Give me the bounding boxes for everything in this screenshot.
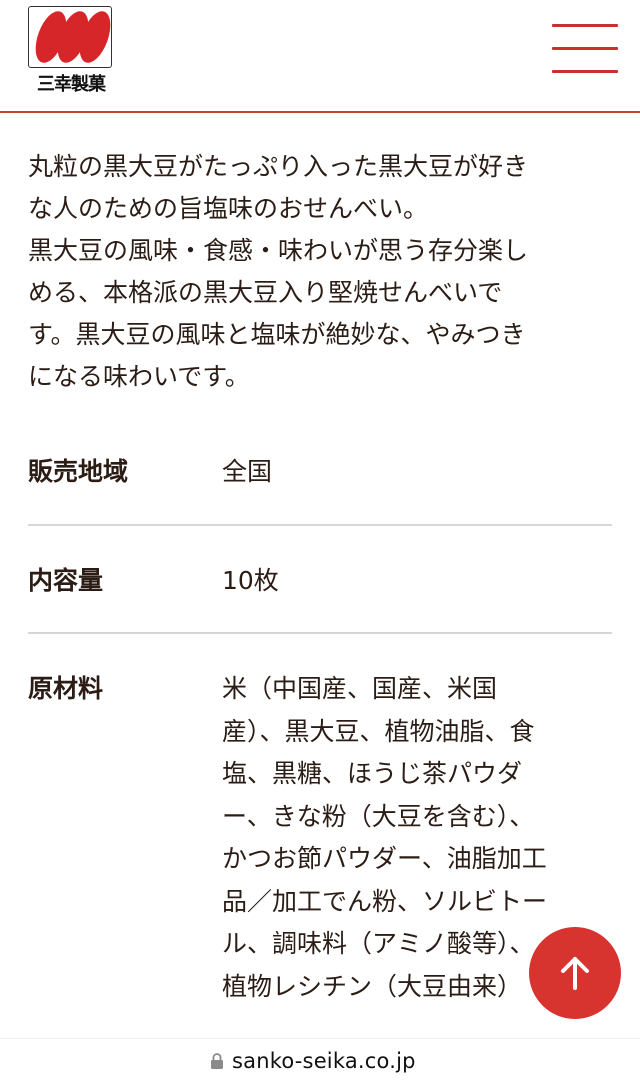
description-line: 丸粒の黒大豆がたっぷり入った黒大豆が好き [28,152,529,181]
ingredients-line: 塩、黒糖、ほうじ茶パウダ [222,759,523,788]
menu-button[interactable] [552,24,618,74]
ingredients-line: ー、きな粉（大豆を含む）、 [222,801,535,831]
spec-row-region: 販売地域 全国 [28,451,612,511]
brand-logo[interactable]: 三幸製菓 [28,6,114,95]
description-line: 黒大豆の風味・食感・味わいが思う存分楽し [28,236,529,265]
spec-divider [28,524,612,526]
ingredients-line: かつお節パウダー、油脂加工 [222,844,547,873]
browser-address-bar[interactable]: sanko-seika.co.jp [0,1038,640,1081]
lock-icon [211,1053,223,1069]
description-line: める、本格派の黒大豆入り堅焼せんべいで [28,278,503,307]
description-line: な人のための旨塩味のおせんべい。 [28,194,429,223]
spec-row-quantity: 内容量 10枚 [28,560,612,620]
site-header: 三幸製菓 [0,0,640,113]
spec-label-region: 販売地域 [28,457,129,486]
url-text: sanko-seika.co.jp [232,1049,416,1073]
spec-value-quantity: 10枚 [222,566,279,595]
spec-value-region: 全国 [222,457,273,486]
arrow-up-icon [561,957,589,990]
product-description: 丸粒の黒大豆がたっぷり入った黒大豆が好き な人のための旨塩味のおせんべい。 黒大… [28,146,618,398]
spec-row-ingredients: 原材料 米（中国産、国産、米国 産）、黒大豆、植物油脂、食 塩、黒糖、ほうじ茶パ… [28,668,612,1018]
description-line: す。黒大豆の風味と塩味が絶妙な、やみつき [28,320,526,349]
ingredients-line: 産）、黒大豆、植物油脂、食 [222,716,535,746]
spec-label-ingredients: 原材料 [28,674,104,703]
address-field[interactable]: sanko-seika.co.jp [210,1047,416,1075]
ingredients-line: 品／加工でん粉、ソルビトー [222,886,548,916]
spec-label-quantity: 内容量 [28,566,104,595]
logo-wordmark: 三幸製菓 [37,74,106,95]
logo-emblem-icon [35,11,111,63]
description-line: になる味わいです。 [28,362,250,391]
logo-mark [28,6,112,68]
spec-divider [28,632,612,634]
back-to-top-button[interactable] [529,927,621,1019]
ingredients-line: 米（中国産、国産、米国 [222,674,498,703]
